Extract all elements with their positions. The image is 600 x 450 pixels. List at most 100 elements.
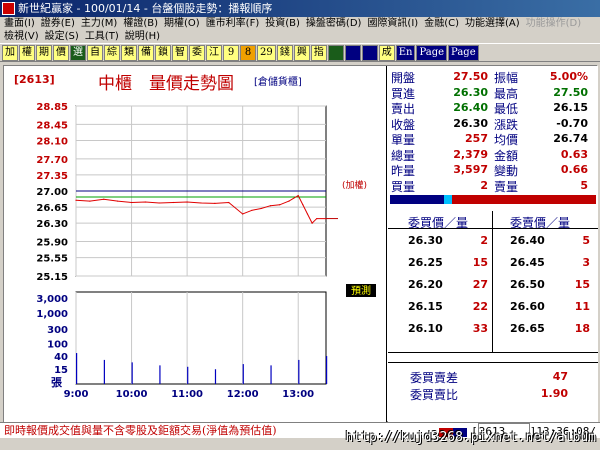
toolbar-button-17[interactable]: 興 (293, 44, 310, 61)
toolbar-button-24[interactable]: Page (416, 44, 448, 61)
volume-plot-frame (75, 291, 327, 385)
toolbar-button-10[interactable]: 智 (172, 44, 188, 61)
price-point (316, 217, 318, 220)
volume-tick-label: 15 (54, 365, 68, 376)
toolbar-button-20[interactable] (344, 44, 361, 61)
ratio-bar-ask (452, 195, 596, 204)
quote-value: 257 (465, 132, 488, 145)
toolbar-button-4[interactable]: 選 (70, 44, 86, 61)
price-point (251, 209, 253, 211)
price-volume-chart: 28.85 28.45 28.10 27.70 27.35 27.00 26.65 26.30… (4, 66, 387, 423)
toolbar-button-16[interactable]: 錢 (276, 44, 293, 61)
menu-item-6[interactable]: 投資(B) (265, 17, 300, 30)
toolbar-button-18[interactable]: 指 (310, 44, 327, 61)
price-point (130, 201, 133, 204)
price-tick-label: 26.65 (36, 203, 68, 214)
menu-item-3[interactable]: 權證(B) (123, 17, 158, 30)
toolbar-button-6[interactable]: 綜 (104, 44, 120, 61)
quote-value: -0.70 (556, 116, 588, 130)
toolbar-button-11[interactable]: 委 (189, 44, 205, 61)
quote-value: 0.66 (560, 163, 588, 176)
menu-item-11[interactable]: 功能操作(D) (526, 17, 582, 30)
menu-item-sub-3[interactable]: 說明(H) (125, 30, 160, 43)
stock-code: [2613] (14, 73, 55, 86)
volume-bar (159, 365, 161, 384)
price-tick-label: 27.70 (36, 155, 68, 166)
menu-item-9[interactable]: 金融(C) (424, 17, 459, 30)
quote-label: 振幅 (494, 71, 519, 85)
toolbar-button-19[interactable] (327, 44, 344, 61)
price-point (302, 204, 304, 206)
bid-ask-diff-label: 委買賣差 (410, 371, 459, 385)
quote-value: 2 (480, 178, 488, 192)
menu-item-8[interactable]: 國際資訊(I) (367, 17, 418, 30)
bid-price: 26.20 (408, 278, 443, 291)
menu-bar: 畫面(I) 證券(E) 主力(M) 權證(B) 期權(O) 匯市利率(F) 投資(B) 操盤密… (0, 17, 600, 43)
app-icon (2, 2, 15, 15)
toolbar-button-3[interactable]: 價 (53, 44, 69, 61)
price-point (260, 207, 262, 210)
menu-item-4[interactable]: 期權(O) (164, 17, 200, 30)
quote-value: 26.30 (453, 85, 488, 99)
ask-price: 26.45 (510, 256, 545, 269)
quote-value: 26.30 (453, 116, 488, 130)
menu-row-main: 畫面(I) 證券(E) 主力(M) 權證(B) 期權(O) 匯市利率(F) 投資(B) 操盤密… (0, 17, 600, 30)
menu-item-sub-1[interactable]: 設定(S) (45, 30, 79, 43)
toolbar-button-13[interactable]: 9 (223, 44, 239, 61)
toolbar-button-8[interactable]: 備 (138, 44, 154, 61)
volume-bar (298, 359, 300, 384)
quote-divider-3 (388, 362, 598, 363)
price-point (288, 200, 290, 202)
quote-label: 買進 (391, 86, 416, 101)
menu-item-0[interactable]: 畫面(I) (4, 17, 35, 30)
ask-price: 26.40 (510, 234, 545, 247)
price-tick-label: 25.55 (36, 254, 68, 265)
toolbar-button-23[interactable]: En (395, 44, 416, 61)
toolbar-button-1[interactable]: 權 (19, 44, 35, 61)
bid-qty: 27 (472, 278, 488, 291)
toolbar-button-25[interactable]: Page (448, 44, 479, 61)
toolbar-button-9[interactable]: 鎖 (155, 44, 171, 61)
price-tick-label: 27.35 (36, 171, 68, 182)
quote-label: 漲跌 (494, 117, 519, 132)
quote-value: 26.74 (553, 132, 588, 145)
toolbar-button-22[interactable]: 成 (378, 44, 395, 61)
bid-ask-ratio-label: 委買賣比 (410, 388, 459, 402)
time-tick-label: 9:00 (64, 389, 89, 400)
bid-qty: 2 (480, 234, 488, 247)
menu-item-7[interactable]: 操盤密碼(D) (306, 17, 362, 30)
menu-item-5[interactable]: 匯市利率(F) (206, 17, 260, 30)
toolbar-button-5[interactable]: 自 (87, 44, 103, 61)
title-bar: 新世紀贏家 - 100/01/14 - 台盤個股走勢：播報順序 (0, 0, 600, 17)
quote-panel: 委買價／量 委賣價／量 委買賣差 47 委買賣比 1.90 開盤 27.50 振幅 5… (388, 66, 598, 423)
quote-divider-2 (388, 352, 598, 353)
ask-price: 26.65 (510, 322, 545, 335)
menu-item-sub-2[interactable]: 工具(T) (85, 30, 119, 43)
toolbar-button-14[interactable]: 8 (240, 44, 256, 61)
quote-label: 昨量 (391, 164, 416, 178)
menu-item-10[interactable]: 功能選擇(A) (465, 17, 520, 30)
menu-item-1[interactable]: 證券(E) (41, 17, 75, 30)
quote-value: 2,379 (453, 147, 488, 161)
toolbar-button-21[interactable] (361, 44, 378, 61)
volume-tick-label: 100 (47, 340, 68, 351)
quote-label: 總量 (391, 148, 416, 163)
menu-item-sub-0[interactable]: 檢視(V) (4, 30, 39, 43)
price-tick-label: 28.10 (36, 136, 68, 147)
toolbar-button-7[interactable]: 類 (121, 44, 137, 61)
bid-qty: 33 (472, 322, 488, 335)
reference-label: (加權) (342, 179, 367, 191)
toolbar-button-2[interactable]: 期 (36, 44, 52, 61)
quote-label: 金額 (494, 148, 519, 163)
ask-qty: 15 (574, 278, 590, 291)
ask-price: 26.60 (510, 300, 545, 313)
bid-qty: 15 (472, 256, 488, 269)
quote-value: 5.00% (549, 70, 588, 83)
toolbar-button-15[interactable]: 29 (257, 44, 276, 61)
status-note: 即時報價成交值與量不含零股及鉅額交易(淨值為預估值) (4, 424, 277, 437)
menu-item-2[interactable]: 主力(M) (81, 17, 117, 30)
price-point (158, 202, 160, 204)
toolbar-button-0[interactable]: 加 (2, 44, 18, 61)
ask-qty: 11 (574, 300, 590, 313)
toolbar-button-12[interactable]: 江 (206, 44, 222, 61)
